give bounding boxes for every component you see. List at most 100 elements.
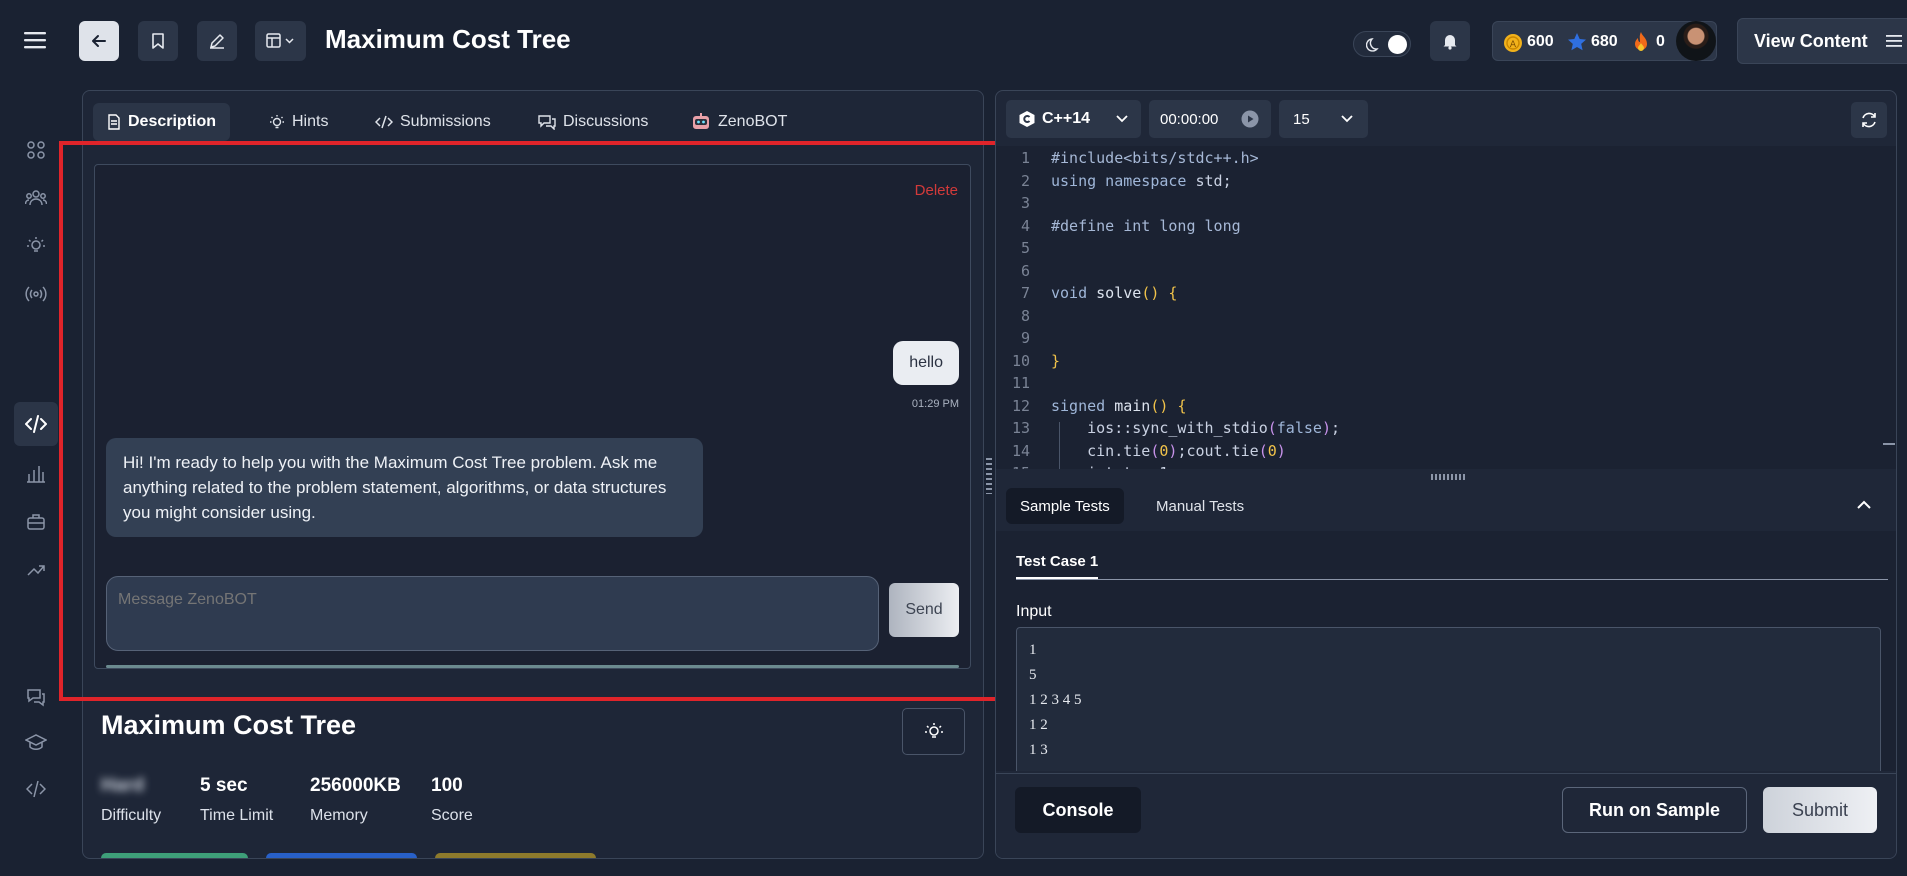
lightbulb-icon xyxy=(924,722,943,738)
code-line: 9 xyxy=(1006,327,1886,350)
score-label: Score xyxy=(431,807,473,824)
tab-sample-tests[interactable]: Sample Tests xyxy=(1006,488,1124,524)
layout-dropdown-button[interactable] xyxy=(255,21,306,61)
input-line: 5 xyxy=(1029,667,1037,683)
language-label: C++14 xyxy=(1042,110,1091,127)
input-line: 1 3 xyxy=(1029,742,1048,758)
star-icon xyxy=(1568,33,1586,51)
bookmark-button[interactable] xyxy=(138,21,178,61)
theme-toggle[interactable] xyxy=(1353,31,1411,57)
line-number: 8 xyxy=(1020,306,1030,325)
moon-icon xyxy=(1366,38,1379,52)
indent-guide xyxy=(1059,422,1060,469)
difficulty-label: Difficulty xyxy=(101,807,162,824)
tab-hints-label: Hints xyxy=(292,113,329,130)
vertical-resize-handle[interactable] xyxy=(986,458,992,494)
editor-panel: C++14 00:00:00 15 1 #include<bits/stdc++.… xyxy=(995,90,1897,859)
tag-chip-green[interactable] xyxy=(101,853,248,858)
input-line: 1 xyxy=(1029,642,1037,658)
submit-button[interactable]: Submit xyxy=(1763,787,1877,833)
code-line: 11 xyxy=(1006,372,1886,395)
tag-chip-blue[interactable] xyxy=(266,853,417,858)
reset-code-button[interactable] xyxy=(1851,102,1887,138)
bell-icon xyxy=(1443,35,1457,50)
pencil-icon xyxy=(210,34,224,49)
graduation-icon[interactable] xyxy=(16,723,56,763)
tab-discussions[interactable]: Discussions xyxy=(524,103,662,141)
chat-nav-icon[interactable] xyxy=(16,677,56,717)
trending-up-icon[interactable] xyxy=(16,550,56,590)
language-select[interactable]: C++14 xyxy=(1006,100,1141,138)
chat-icon xyxy=(538,115,556,130)
stars-count: 680 xyxy=(1591,33,1618,50)
console-button[interactable]: Console xyxy=(1015,787,1141,833)
memory-value: 256000KB xyxy=(310,775,401,796)
time-limit-value: 5 sec xyxy=(200,775,248,796)
tag-chip-gold[interactable] xyxy=(435,853,596,858)
briefcase-icon[interactable] xyxy=(16,502,56,542)
code-bottom-icon[interactable] xyxy=(16,769,56,809)
code-line: 13 ios::sync_with_stdio(false); xyxy=(1006,417,1886,440)
font-size-value: 15 xyxy=(1293,111,1310,128)
tab-submissions[interactable]: Submissions xyxy=(361,103,505,141)
tab-description[interactable]: Description xyxy=(93,103,231,141)
code-line: 5 xyxy=(1006,237,1886,260)
code-nav-icon[interactable] xyxy=(14,402,58,446)
test-case-label: Test Case 1 xyxy=(1016,553,1099,570)
input-line: 1 2 3 4 5 xyxy=(1029,692,1082,708)
chevron-up-icon[interactable] xyxy=(1857,500,1871,510)
code-line: 15 int t = 1; xyxy=(1006,462,1886,469)
menu-lines-icon xyxy=(1886,35,1902,47)
line-number: 1 xyxy=(1020,149,1030,167)
avatar[interactable] xyxy=(1676,21,1716,61)
line-number: 7 xyxy=(1020,284,1030,302)
code-line: 10} xyxy=(1006,350,1886,373)
tab-hints[interactable]: Hints xyxy=(255,103,342,141)
tab-discussions-label: Discussions xyxy=(563,113,649,130)
stat-memory: 256000KB Memory xyxy=(310,775,401,825)
bookmark-icon xyxy=(152,33,164,49)
streak-count: 0 xyxy=(1656,33,1665,50)
robot-icon xyxy=(693,113,709,129)
font-size-select[interactable]: 15 xyxy=(1279,100,1368,138)
input-box[interactable]: 1 5 1 2 3 4 5 1 2 1 3 xyxy=(1016,627,1881,771)
editor-footer: Console Run on Sample Submit xyxy=(996,773,1896,858)
line-number: 11 xyxy=(1011,374,1030,392)
play-icon xyxy=(1241,110,1259,128)
tab-zenobot[interactable]: ZenoBOT xyxy=(677,103,801,141)
score-value: 100 xyxy=(431,775,463,796)
lightbulb-icon xyxy=(270,115,284,129)
difficulty-value: Hard xyxy=(101,775,145,796)
refresh-icon xyxy=(1862,112,1876,128)
chevron-down-icon xyxy=(1116,115,1128,123)
community-icon[interactable] xyxy=(16,178,56,218)
line-number: 10 xyxy=(1011,351,1030,370)
page-title: Maximum Cost Tree xyxy=(325,24,571,54)
test-case-divider xyxy=(1016,579,1888,580)
hint-bulb-button[interactable] xyxy=(902,708,965,755)
run-label: Run on Sample xyxy=(1588,799,1720,820)
tab-manual-tests[interactable]: Manual Tests xyxy=(1142,488,1258,524)
tab-zenobot-label: ZenoBOT xyxy=(718,113,788,130)
memory-label: Memory xyxy=(310,807,368,824)
hamburger-menu-icon[interactable] xyxy=(24,30,48,50)
horizontal-resize-handle[interactable] xyxy=(1431,474,1467,480)
bar-chart-icon[interactable] xyxy=(16,454,56,494)
notifications-button[interactable] xyxy=(1430,21,1470,61)
run-on-sample-button[interactable]: Run on Sample xyxy=(1562,787,1747,833)
tests-header: Sample Tests Manual Tests xyxy=(996,484,1896,529)
editor-scroll-marker xyxy=(1883,443,1895,445)
code-line: 6 xyxy=(1006,260,1886,283)
lightbulb-icon[interactable] xyxy=(16,226,56,266)
test-case-tab[interactable]: Test Case 1 xyxy=(1016,541,1099,579)
broadcast-icon[interactable] xyxy=(16,274,56,314)
back-button[interactable] xyxy=(79,21,119,61)
view-content-button[interactable]: View Content xyxy=(1737,18,1907,64)
dashboard-icon[interactable] xyxy=(16,130,56,170)
code-editor[interactable]: 1 #include<bits/stdc++.h> 2 using namespac… xyxy=(996,146,1896,469)
user-stats-pill[interactable]: A 600 680 0 xyxy=(1492,21,1717,61)
line-number: 3 xyxy=(1020,194,1030,212)
edit-button[interactable] xyxy=(197,21,237,61)
timer[interactable]: 00:00:00 xyxy=(1149,100,1271,138)
stat-score: 100 Score xyxy=(431,775,473,825)
